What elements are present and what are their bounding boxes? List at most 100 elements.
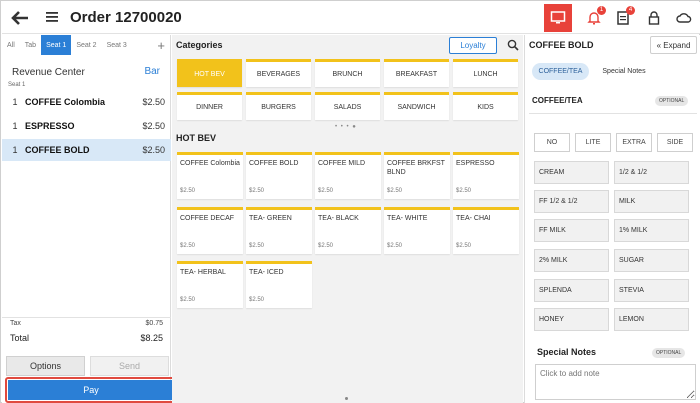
level-extra-button[interactable]: EXTRA [616, 133, 652, 152]
product-button[interactable]: TEA- WHITE $2.50 [384, 207, 450, 254]
product-button[interactable]: COFFEE BRKFST BLND $2.50 [384, 152, 450, 199]
special-notes-input[interactable] [535, 364, 696, 400]
modifier-honey[interactable]: HONEY [534, 308, 609, 331]
product-name: COFFEE BOLD [249, 160, 299, 167]
tax-label: Tax [10, 320, 21, 327]
send-button[interactable]: Send [90, 356, 169, 376]
level-no-button[interactable]: NO [534, 133, 570, 152]
order-item-row[interactable]: 1 COFFEE Colombia $2.50 [2, 91, 171, 113]
page-indicator-dot [345, 397, 348, 400]
category-pager-dots[interactable]: • • • ● [335, 124, 357, 130]
modifier-cream[interactable]: CREAM [534, 161, 609, 184]
product-button[interactable]: TEA- CHAI $2.50 [453, 207, 519, 254]
product-button[interactable]: TEA- ICED $2.50 [246, 261, 312, 308]
notifications-button[interactable]: 1 [580, 4, 608, 32]
product-button[interactable]: COFFEE DECAF $2.50 [177, 207, 243, 254]
category-burgers[interactable]: BURGERS [246, 92, 311, 120]
product-price: $2.50 [249, 297, 265, 303]
cloud-button[interactable] [670, 4, 698, 32]
notification-badge: 1 [597, 6, 606, 15]
product-name: TEA- WHITE [387, 215, 428, 222]
product-button[interactable]: TEA- HERBAL $2.50 [177, 261, 243, 308]
modifier-1-percent-milk[interactable]: 1% MILK [614, 219, 689, 242]
search-icon[interactable] [507, 39, 519, 51]
category-dinner[interactable]: DINNER [177, 92, 242, 120]
lock-icon [648, 11, 660, 25]
item-name: COFFEE BOLD [25, 145, 90, 155]
product-price: $2.50 [456, 243, 472, 249]
revenue-center-label: Revenue Center [12, 67, 85, 78]
level-lite-button[interactable]: LITE [575, 133, 611, 152]
category-beverages[interactable]: BEVERAGES [246, 59, 311, 87]
pay-button[interactable]: Pay [8, 380, 174, 400]
category-brunch[interactable]: BRUNCH [315, 59, 380, 87]
tab-special-notes[interactable]: Special Notes [595, 63, 653, 80]
level-side-button[interactable]: SIDE [657, 133, 693, 152]
tab-coffee-tea[interactable]: COFFEE/TEA [532, 63, 589, 80]
hamburger-menu-icon[interactable] [45, 10, 59, 24]
modifier-2-percent-milk[interactable]: 2% MILK [534, 249, 609, 272]
modifier-half-and-half[interactable]: 1/2 & 1/2 [614, 161, 689, 184]
product-price: $2.50 [249, 188, 265, 194]
total-value: $8.25 [140, 333, 163, 343]
product-button[interactable]: ESPRESSO $2.50 [453, 152, 519, 199]
product-button[interactable]: TEA- BLACK $2.50 [315, 207, 381, 254]
pay-highlight: Pay [5, 377, 177, 403]
documents-button[interactable]: 4 [609, 4, 637, 32]
modifier-milk[interactable]: MILK [614, 190, 689, 213]
category-sandwich[interactable]: SANDWICH [384, 92, 449, 120]
order-item-row[interactable]: 1 ESPRESSO $2.50 [2, 115, 171, 137]
item-price: $2.50 [142, 97, 165, 107]
category-salads[interactable]: SALADS [315, 92, 380, 120]
category-hot-bev[interactable]: HOT BEV [177, 59, 242, 87]
product-price: $2.50 [318, 188, 334, 194]
modifier-stevia[interactable]: STEVIA [614, 279, 689, 302]
modifier-splenda[interactable]: SPLENDA [534, 279, 609, 302]
modifier-lemon[interactable]: LEMON [614, 308, 689, 331]
special-notes-heading: Special Notes [537, 347, 597, 357]
product-name: ESPRESSO [456, 160, 495, 167]
modifier-ff-half-and-half[interactable]: FF 1/2 & 1/2 [534, 190, 609, 213]
menu-panel: Categories Loyalty HOT BEV BEVERAGES BRU… [172, 35, 523, 403]
product-name: COFFEE Colombia [180, 160, 240, 167]
item-name: COFFEE Colombia [25, 97, 106, 107]
modifier-ff-milk[interactable]: FF MILK [534, 219, 609, 242]
lock-button[interactable] [640, 4, 668, 32]
top-bar: Order 12700020 1 4 [2, 2, 700, 34]
tab-seat-2[interactable]: Seat 2 [71, 35, 101, 55]
category-breakfast[interactable]: BREAKFAST [384, 59, 449, 87]
product-name: TEA- HERBAL [180, 269, 226, 276]
item-qty: 1 [12, 121, 18, 131]
expand-button[interactable]: « Expand [650, 36, 697, 54]
product-name: COFFEE DECAF [180, 215, 235, 222]
tab-seat-1[interactable]: Seat 1 [41, 35, 72, 55]
back-arrow-icon[interactable] [10, 8, 30, 28]
product-price: $2.50 [387, 243, 403, 249]
loyalty-button[interactable]: Loyalty [449, 37, 497, 54]
order-item-row-selected[interactable]: 1 COFFEE BOLD $2.50 [2, 139, 171, 161]
tab-tab[interactable]: Tab [20, 35, 41, 55]
tab-seat-3[interactable]: Seat 3 [102, 35, 132, 55]
item-name: ESPRESSO [25, 121, 75, 131]
options-button[interactable]: Options [6, 356, 85, 376]
add-seat-button[interactable]: + [151, 35, 171, 55]
product-button[interactable]: COFFEE Colombia $2.50 [177, 152, 243, 199]
product-price: $2.50 [456, 188, 472, 194]
product-price: $2.50 [249, 243, 265, 249]
section-divider [529, 113, 697, 114]
modifier-sugar[interactable]: SUGAR [614, 249, 689, 272]
product-button[interactable]: COFFEE MILD $2.50 [315, 152, 381, 199]
product-price: $2.50 [180, 297, 196, 303]
cloud-icon [676, 13, 692, 23]
product-name: TEA- GREEN [249, 215, 292, 222]
display-button[interactable] [544, 4, 572, 32]
product-button[interactable]: COFFEE BOLD $2.50 [246, 152, 312, 199]
category-lunch[interactable]: LUNCH [453, 59, 518, 87]
product-button[interactable]: TEA- GREEN $2.50 [246, 207, 312, 254]
revenue-center-value[interactable]: Bar [144, 66, 160, 77]
product-price: $2.50 [387, 188, 403, 194]
tab-all[interactable]: All [2, 35, 20, 55]
product-name: TEA- ICED [249, 269, 284, 276]
order-title: Order 12700020 [70, 9, 182, 26]
category-kids[interactable]: KIDS [453, 92, 518, 120]
